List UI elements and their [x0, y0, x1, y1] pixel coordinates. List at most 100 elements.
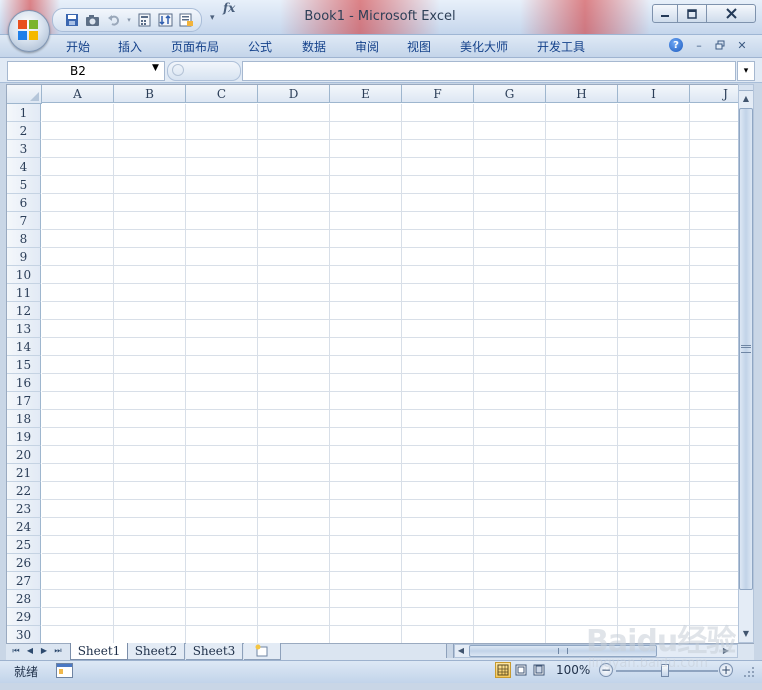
- row-header-17[interactable]: 17: [7, 392, 41, 410]
- row-header-20[interactable]: 20: [7, 446, 41, 464]
- last-sheet-icon[interactable]: ⏭: [52, 644, 64, 658]
- name-box[interactable]: B2 ▼: [7, 61, 165, 81]
- undo-icon[interactable]: [105, 12, 122, 29]
- column-header-f[interactable]: F: [402, 85, 474, 103]
- insert-sheet-icon: [255, 644, 268, 657]
- row-header-7[interactable]: 7: [7, 212, 41, 230]
- quick-access-toolbar: ▾: [52, 8, 202, 32]
- row-header-23[interactable]: 23: [7, 500, 41, 518]
- column-header-c[interactable]: C: [186, 85, 258, 103]
- row-header-28[interactable]: 28: [7, 590, 41, 608]
- row-header-19[interactable]: 19: [7, 428, 41, 446]
- row-header-30[interactable]: 30: [7, 626, 41, 644]
- tab-page-layout[interactable]: 页面布局: [171, 38, 219, 55]
- column-header-j[interactable]: J: [690, 85, 738, 103]
- close-button[interactable]: [706, 4, 756, 23]
- row-header-29[interactable]: 29: [7, 608, 41, 626]
- normal-view-icon[interactable]: [495, 662, 511, 678]
- gridline-horizontal: [42, 247, 738, 248]
- save-icon[interactable]: [63, 12, 80, 29]
- row-header-26[interactable]: 26: [7, 554, 41, 572]
- workbook-close-icon[interactable]: ✕: [734, 37, 750, 53]
- column-header-h[interactable]: H: [546, 85, 618, 103]
- gridline-horizontal: [42, 427, 738, 428]
- sheet-tab-sheet1[interactable]: Sheet1: [70, 643, 128, 660]
- undo-dropdown-icon[interactable]: ▾: [126, 12, 132, 29]
- formula-input[interactable]: [242, 61, 736, 81]
- help-icon[interactable]: ?: [669, 38, 683, 52]
- row-header-4[interactable]: 4: [7, 158, 41, 176]
- office-button[interactable]: [8, 10, 50, 52]
- macro-record-icon[interactable]: [56, 663, 73, 678]
- vertical-split-handle[interactable]: [739, 85, 753, 91]
- cancel-entry-icon[interactable]: [172, 64, 184, 76]
- next-sheet-icon[interactable]: ▶: [38, 644, 50, 658]
- column-header-b[interactable]: B: [114, 85, 186, 103]
- tab-formulas[interactable]: 公式: [248, 38, 272, 55]
- workbook-minimize-icon[interactable]: –: [691, 37, 707, 53]
- page-layout-view-icon[interactable]: [513, 662, 529, 678]
- watermark-brand: Baidu经验: [586, 624, 736, 659]
- gridline-vertical: [689, 104, 690, 644]
- select-all-corner[interactable]: [7, 85, 42, 104]
- row-header-16[interactable]: 16: [7, 374, 41, 392]
- gridline-horizontal: [42, 373, 738, 374]
- name-box-dropdown-icon[interactable]: ▼: [152, 63, 159, 73]
- camera-icon[interactable]: [84, 12, 101, 29]
- minimize-button[interactable]: [652, 4, 678, 23]
- tab-beautify[interactable]: 美化大师: [460, 38, 508, 55]
- customize-qat-icon[interactable]: ▾: [210, 13, 215, 23]
- row-header-2[interactable]: 2: [7, 122, 41, 140]
- horizontal-split-handle[interactable]: [446, 644, 454, 658]
- calculator-icon[interactable]: [136, 12, 153, 29]
- row-header-3[interactable]: 3: [7, 140, 41, 158]
- close-icon: [725, 8, 737, 19]
- row-header-15[interactable]: 15: [7, 356, 41, 374]
- tab-home[interactable]: 开始: [66, 38, 90, 55]
- sheet-tab-sheet2[interactable]: Sheet2: [128, 643, 185, 660]
- scroll-up-icon[interactable]: ▲: [739, 92, 753, 106]
- row-header-18[interactable]: 18: [7, 410, 41, 428]
- tab-data[interactable]: 数据: [302, 38, 326, 55]
- row-header-5[interactable]: 5: [7, 176, 41, 194]
- tab-insert[interactable]: 插入: [118, 38, 142, 55]
- tab-review[interactable]: 审阅: [355, 38, 379, 55]
- workbook-restore-icon[interactable]: [712, 37, 728, 53]
- row-header-8[interactable]: 8: [7, 230, 41, 248]
- scroll-left-icon[interactable]: ◀: [455, 644, 467, 658]
- row-header-22[interactable]: 22: [7, 482, 41, 500]
- tab-view[interactable]: 视图: [407, 38, 431, 55]
- row-header-14[interactable]: 14: [7, 338, 41, 356]
- gridline-horizontal: [42, 553, 738, 554]
- row-header-9[interactable]: 9: [7, 248, 41, 266]
- form-icon[interactable]: [178, 12, 195, 29]
- maximize-button[interactable]: [677, 4, 707, 23]
- prev-sheet-icon[interactable]: ◀: [24, 644, 36, 658]
- column-header-e[interactable]: E: [330, 85, 402, 103]
- row-header-1[interactable]: 1: [7, 104, 41, 122]
- column-header-a[interactable]: A: [42, 85, 114, 103]
- column-header-g[interactable]: G: [474, 85, 546, 103]
- row-header-10[interactable]: 10: [7, 266, 41, 284]
- expand-formula-bar-icon[interactable]: ▾: [737, 61, 755, 81]
- sort-icon[interactable]: [157, 12, 174, 29]
- row-header-25[interactable]: 25: [7, 536, 41, 554]
- sheet-tab-sheet3[interactable]: Sheet3: [186, 643, 243, 660]
- first-sheet-icon[interactable]: ⏮: [10, 644, 22, 658]
- insert-function-icon[interactable]: fx: [223, 1, 235, 15]
- column-header-i[interactable]: I: [618, 85, 690, 103]
- row-header-13[interactable]: 13: [7, 320, 41, 338]
- gridline-horizontal: [42, 139, 738, 140]
- row-header-21[interactable]: 21: [7, 464, 41, 482]
- gridline-horizontal: [42, 409, 738, 410]
- worksheet-grid[interactable]: ABCDEFGHIJ 1 2 3 4 5 6 7 8 9 10 11 12 13 14 15 16 17 18 19…: [6, 84, 739, 645]
- page-break-view-icon[interactable]: [531, 662, 547, 678]
- tab-developer[interactable]: 开发工具: [537, 38, 585, 55]
- row-header-11[interactable]: 11: [7, 284, 41, 302]
- row-header-27[interactable]: 27: [7, 572, 41, 590]
- insert-sheet-tab[interactable]: [244, 643, 281, 660]
- row-header-6[interactable]: 6: [7, 194, 41, 212]
- column-header-d[interactable]: D: [258, 85, 330, 103]
- row-header-12[interactable]: 12: [7, 302, 41, 320]
- row-header-24[interactable]: 24: [7, 518, 41, 536]
